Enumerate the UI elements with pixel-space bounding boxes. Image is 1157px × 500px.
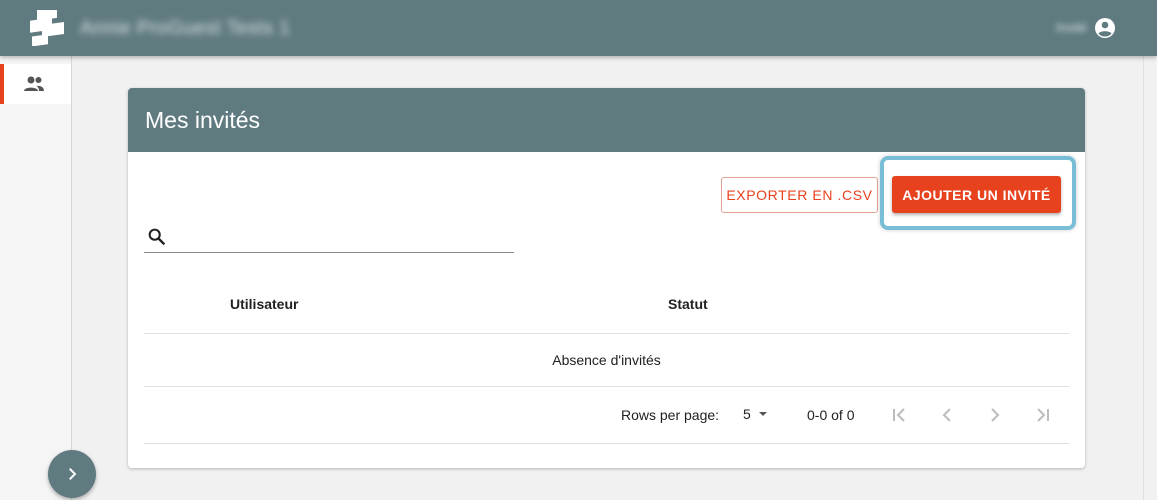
page-scrollbar[interactable] xyxy=(1143,56,1157,500)
pagination: Rows per page: 5 0-0 of 0 xyxy=(144,387,1069,444)
chevron-right-icon xyxy=(991,408,1000,422)
table-header: Utilisateur Statut xyxy=(144,288,1069,334)
search-icon xyxy=(148,228,166,246)
previous-page-button[interactable] xyxy=(935,403,959,427)
column-header-user[interactable]: Utilisateur xyxy=(230,296,298,312)
last-page-icon xyxy=(1037,408,1049,422)
next-page-button[interactable] xyxy=(983,403,1007,427)
chevron-left-icon xyxy=(942,408,951,422)
first-page-icon xyxy=(893,408,905,422)
last-page-button[interactable] xyxy=(1031,403,1055,427)
page-title: Mes invités xyxy=(145,106,261,133)
guests-card: Mes invités EXPORTER EN .CSV AJOUTER UN … xyxy=(128,88,1085,468)
account-circle-icon[interactable] xyxy=(1093,16,1117,40)
rows-per-page-select[interactable]: 5 xyxy=(743,406,771,422)
add-guest-button[interactable]: AJOUTER UN INVITÉ xyxy=(892,176,1061,213)
app-logo-icon[interactable] xyxy=(28,10,66,46)
search-field[interactable] xyxy=(144,224,514,253)
people-icon xyxy=(23,76,44,91)
dropdown-arrow-icon xyxy=(758,412,767,416)
sidebar-item-guests[interactable] xyxy=(0,64,71,104)
expand-sidebar-button[interactable] xyxy=(48,450,96,498)
export-csv-button[interactable]: EXPORTER EN .CSV xyxy=(721,177,878,213)
app-title: Annie ProGuest Tests 1 xyxy=(80,18,291,39)
app-bar: Annie ProGuest Tests 1 Invité xyxy=(0,0,1157,56)
rows-per-page-value: 5 xyxy=(743,406,751,422)
column-header-status[interactable]: Statut xyxy=(668,296,708,312)
sidebar xyxy=(0,56,72,500)
card-header: Mes invités xyxy=(128,88,1085,152)
page-range: 0-0 of 0 xyxy=(807,407,855,423)
first-page-button[interactable] xyxy=(887,403,911,427)
user-name[interactable]: Invité xyxy=(1056,20,1087,35)
rows-per-page-label: Rows per page: xyxy=(621,407,720,423)
empty-state-row: Absence d'invités xyxy=(144,334,1069,387)
chevron-right-icon xyxy=(69,468,77,480)
